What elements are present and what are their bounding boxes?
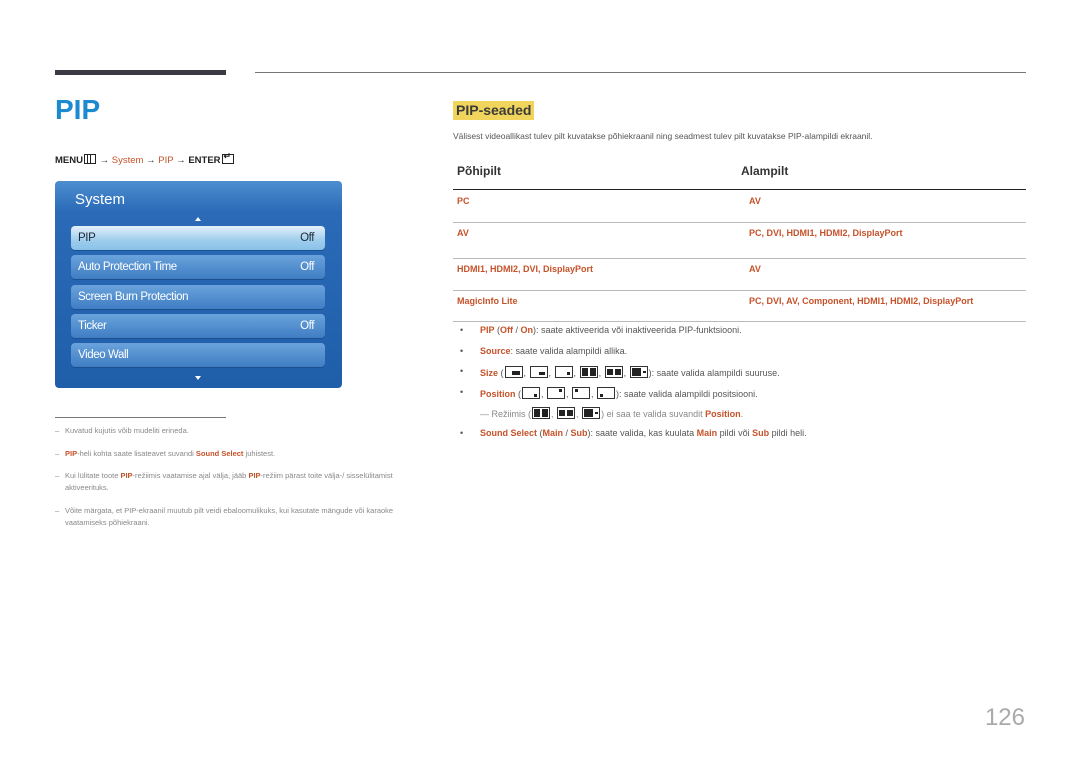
option-desc: : saate aktiveerida või inaktiveerida PI… bbox=[536, 325, 742, 335]
section-intro: Välisest videoallikast tulev pilt kuvata… bbox=[453, 131, 873, 141]
table-cell: AV bbox=[749, 264, 761, 274]
osd-system-menu: System PIP Off Auto Protection Time Off … bbox=[55, 181, 342, 388]
note-highlight: Sound Select bbox=[195, 449, 244, 458]
size-split-icon bbox=[532, 407, 551, 419]
header-bar-thick bbox=[55, 70, 226, 75]
size-split-wide-icon bbox=[557, 407, 576, 419]
size-tiny-icon bbox=[554, 366, 573, 378]
enter-label: ENTER bbox=[188, 155, 221, 166]
option-value: Sub bbox=[752, 427, 770, 438]
table-cell: PC, DVI, HDMI1, HDMI2, DisplayPort bbox=[749, 228, 903, 238]
size-split-icon bbox=[579, 366, 598, 378]
note-item: – PIP-heli kohta saate lisateavet suvandi… bbox=[55, 449, 276, 458]
position-bottom-left-icon bbox=[597, 386, 616, 399]
option-name: PIP bbox=[480, 325, 495, 335]
header-rule bbox=[255, 72, 1026, 73]
table-cell: PC bbox=[457, 196, 470, 206]
table-cell: AV bbox=[749, 196, 761, 206]
option-name: Size bbox=[480, 368, 499, 378]
osd-item-value: Off bbox=[300, 320, 314, 332]
menu-path: MENU → System → PIP → ENTER bbox=[55, 151, 235, 166]
table-cell: PC, DVI, AV, Component, HDMI1, HDMI2, Di… bbox=[749, 296, 974, 306]
osd-item-label: Screen Burn Protection bbox=[78, 291, 189, 303]
table-row-rule bbox=[453, 321, 1026, 322]
option-value: On bbox=[520, 325, 534, 335]
menu-key-icon bbox=[83, 154, 96, 164]
note-highlight: PIP bbox=[65, 449, 78, 458]
note-item: – Võite märgata, et PIP-ekraanil muutub p… bbox=[55, 506, 394, 527]
option-value: Main bbox=[542, 427, 564, 438]
footnote-rule bbox=[55, 417, 226, 418]
osd-item-auto-protection-time[interactable]: Auto Protection Time Off bbox=[71, 255, 325, 279]
note-text: juhistest. bbox=[243, 449, 276, 458]
note-end: . bbox=[740, 409, 744, 419]
path-arrow: → bbox=[176, 155, 186, 166]
path-pip: PIP bbox=[158, 155, 174, 166]
option-desc: : saate valida alampildi positsiooni. bbox=[619, 388, 758, 399]
section-title: PIP-seaded bbox=[453, 101, 535, 120]
path-system: System bbox=[111, 155, 144, 166]
osd-item-label: Auto Protection Time bbox=[78, 261, 177, 273]
path-arrow: → bbox=[99, 155, 110, 166]
position-top-right-icon bbox=[547, 386, 566, 399]
table-cell: MagicInfo Lite bbox=[457, 296, 518, 306]
option-name: Position bbox=[480, 388, 516, 399]
option-desc: pildi või bbox=[717, 427, 753, 438]
table-cell: AV bbox=[457, 228, 469, 238]
note-text: Kui lülitate toote bbox=[65, 471, 121, 480]
osd-item-label: Ticker bbox=[78, 320, 107, 332]
size-split-main-icon bbox=[582, 407, 601, 419]
option-name: Source bbox=[480, 345, 511, 356]
option-desc: pildi heli. bbox=[769, 427, 807, 438]
option-value: Off bbox=[500, 325, 514, 335]
table-header-main: Põhipilt bbox=[457, 164, 501, 178]
osd-item-label: Video Wall bbox=[78, 349, 129, 361]
note-text: -režiimis vaatamise ajal välja, jääb bbox=[132, 471, 249, 480]
size-medium-icon bbox=[529, 366, 548, 378]
osd-item-value: Off bbox=[300, 261, 314, 273]
menu-label: MENU bbox=[55, 155, 83, 166]
osd-item-video-wall[interactable]: Video Wall bbox=[71, 343, 325, 367]
table-row-rule bbox=[453, 222, 1026, 223]
option-desc: : saate valida alampildi suuruse. bbox=[651, 368, 780, 378]
table-header-rule bbox=[453, 189, 1026, 190]
note-item: – Kui lülitate toote PIP-režiimis vaatami… bbox=[55, 471, 393, 492]
table-row-rule bbox=[453, 290, 1026, 291]
osd-item-pip[interactable]: PIP Off bbox=[71, 226, 325, 250]
page-title: PIP bbox=[55, 94, 101, 125]
osd-item-ticker[interactable]: Ticker Off bbox=[71, 314, 325, 338]
osd-item-screen-burn-protection[interactable]: Screen Burn Protection bbox=[71, 285, 325, 309]
note-prefix: Režiimis bbox=[491, 409, 526, 419]
osd-title: System bbox=[75, 191, 126, 208]
scroll-down-icon[interactable] bbox=[195, 376, 201, 380]
size-split-wide-icon bbox=[604, 366, 623, 378]
position-bottom-right-icon bbox=[522, 386, 540, 399]
enter-key-icon bbox=[221, 151, 234, 164]
option-name: Sound Select bbox=[480, 427, 538, 438]
note-text: ei saa te valida suvandit bbox=[604, 409, 706, 419]
size-split-main-icon bbox=[629, 366, 648, 378]
option-desc: : saate valida, kas kuulata bbox=[590, 427, 697, 438]
note-text: Kuvatud kujutis võib mudeliti erineda. bbox=[65, 426, 189, 435]
option-value: Sub bbox=[570, 427, 588, 438]
scroll-up-icon[interactable] bbox=[195, 217, 201, 221]
path-arrow: → bbox=[146, 155, 156, 166]
option-value: Main bbox=[696, 427, 718, 438]
position-top-left-icon bbox=[572, 386, 591, 399]
size-small-icon bbox=[504, 366, 523, 378]
note-item: – Kuvatud kujutis võib mudeliti erineda. bbox=[55, 426, 189, 435]
osd-item-label: PIP bbox=[78, 232, 96, 244]
page-number: 126 bbox=[984, 704, 1025, 731]
note-option: Position bbox=[705, 409, 741, 419]
note-highlight: PIP bbox=[248, 471, 261, 480]
note-highlight: PIP bbox=[120, 471, 133, 480]
table-cell: HDMI1, HDMI2, DVI, DisplayPort bbox=[457, 264, 594, 274]
option-desc: : saate valida alampildi allika. bbox=[510, 345, 628, 356]
table-row-rule bbox=[453, 258, 1026, 259]
note-text: Võite märgata, et PIP-ekraanil muutub pi… bbox=[65, 506, 394, 527]
note-text: -heli kohta saate lisateavet suvandi bbox=[77, 449, 196, 458]
table-header-sub: Alampilt bbox=[741, 164, 789, 178]
osd-item-value: Off bbox=[300, 232, 314, 244]
